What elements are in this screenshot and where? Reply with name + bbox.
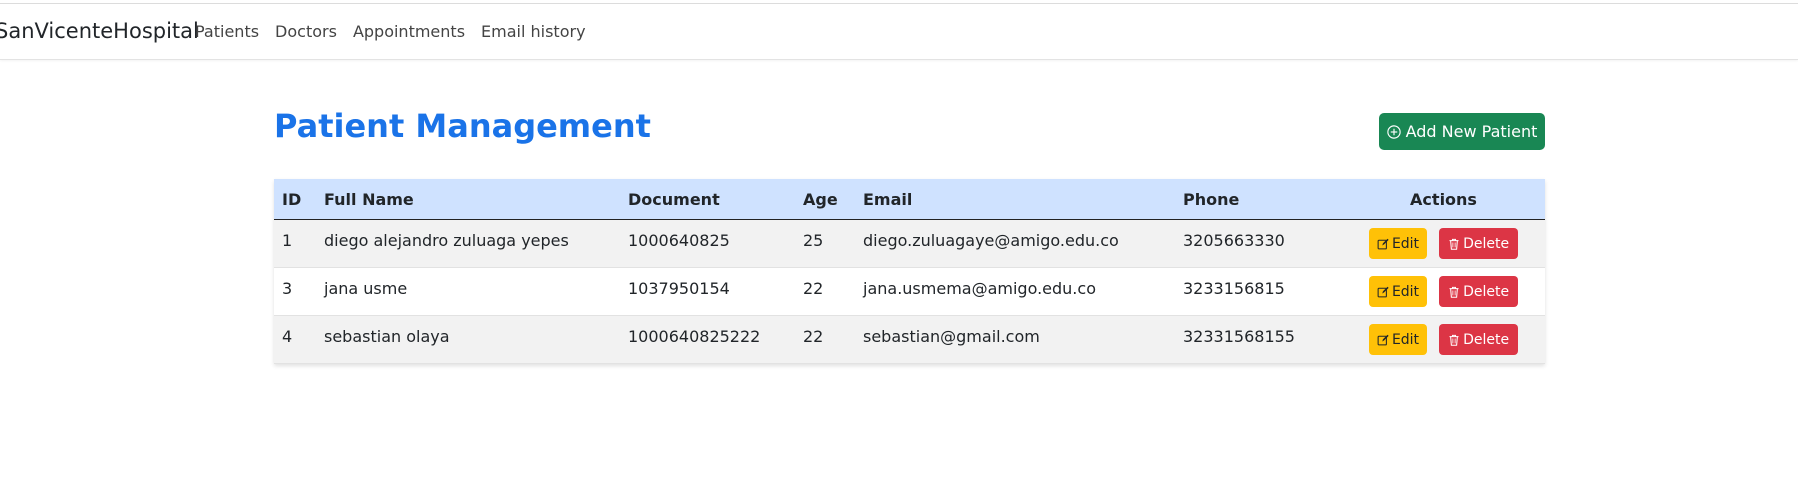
delete-button[interactable]: Delete [1439,228,1519,259]
nav-link-appointments[interactable]: Appointments [353,22,465,41]
cell-id: 1 [274,219,316,268]
column-header-actions: Actions [1342,179,1545,220]
pencil-square-icon [1377,238,1389,250]
table-row: 4 sebastian olaya 1000640825222 22 sebas… [274,315,1545,364]
cell-email: diego.zuluagaye@amigo.edu.co [855,219,1175,268]
nav-link-patients[interactable]: Patients [195,22,259,41]
edit-label: Edit [1391,235,1420,252]
edit-button[interactable]: Edit [1368,324,1428,355]
edit-button[interactable]: Edit [1368,276,1428,307]
patients-table-container: ID Full Name Document Age Email Phone Ac… [274,179,1545,364]
page-title: Patient Management [274,107,651,145]
cell-actions: Edit Delete [1342,219,1545,268]
cell-document: 1000640825 [620,219,795,268]
add-new-patient-label: Add New Patient [1405,122,1538,141]
column-header-age: Age [795,179,855,220]
cell-age: 22 [795,315,855,364]
cell-email: sebastian@gmail.com [855,315,1175,364]
cell-full-name: jana usme [316,267,620,316]
cell-actions: Edit Delete [1342,315,1545,364]
cell-full-name: diego alejandro zuluaga yepes [316,219,620,268]
trash-icon [1448,238,1460,250]
cell-id: 4 [274,315,316,364]
trash-icon [1448,286,1460,298]
cell-phone: 3233156815 [1175,267,1342,316]
column-header-email: Email [855,179,1175,220]
column-header-full-name: Full Name [316,179,620,220]
cell-age: 22 [795,267,855,316]
cell-age: 25 [795,219,855,268]
column-header-phone: Phone [1175,179,1342,220]
navbar: SanVicenteHospital Patients Doctors Appo… [0,4,1798,60]
pencil-square-icon [1377,286,1389,298]
pencil-square-icon [1377,334,1389,346]
cell-document: 1037950154 [620,267,795,316]
delete-button[interactable]: Delete [1439,324,1519,355]
column-header-document: Document [620,179,795,220]
edit-label: Edit [1391,283,1420,300]
table-row: 1 diego alejandro zuluaga yepes 10006408… [274,219,1545,268]
brand-link[interactable]: SanVicenteHospital [0,19,199,43]
nav-link-doctors[interactable]: Doctors [275,22,337,41]
delete-label: Delete [1463,235,1510,252]
nav-link-email-history[interactable]: Email history [481,22,586,41]
edit-button[interactable]: Edit [1368,228,1428,259]
cell-id: 3 [274,267,316,316]
trash-icon [1448,334,1460,346]
delete-label: Delete [1463,331,1510,348]
edit-label: Edit [1391,331,1420,348]
plus-circle-icon [1386,124,1401,139]
cell-full-name: sebastian olaya [316,315,620,364]
delete-label: Delete [1463,283,1510,300]
column-header-id: ID [274,179,316,220]
add-new-patient-button[interactable]: Add New Patient [1379,113,1545,150]
cell-phone: 3205663330 [1175,219,1342,268]
delete-button[interactable]: Delete [1439,276,1519,307]
cell-email: jana.usmema@amigo.edu.co [855,267,1175,316]
table-row: 3 jana usme 1037950154 22 jana.usmema@am… [274,267,1545,316]
cell-actions: Edit Delete [1342,267,1545,316]
patients-table: ID Full Name Document Age Email Phone Ac… [274,179,1545,364]
table-header-row: ID Full Name Document Age Email Phone Ac… [274,179,1545,220]
cell-document: 1000640825222 [620,315,795,364]
nav-links: Patients Doctors Appointments Email hist… [195,22,602,41]
cell-phone: 32331568155 [1175,315,1342,364]
